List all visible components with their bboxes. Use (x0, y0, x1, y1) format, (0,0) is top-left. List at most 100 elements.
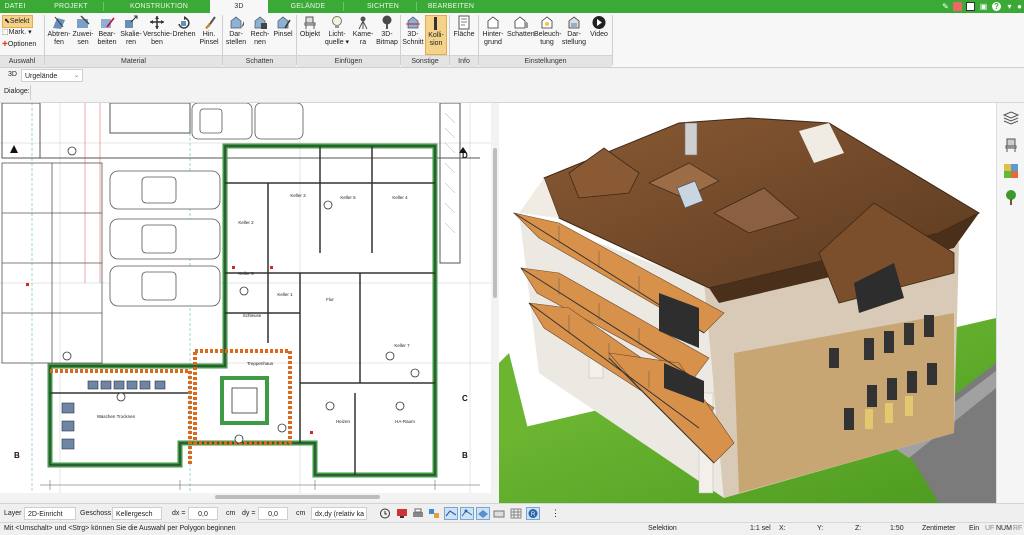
dx-unit: cm (226, 510, 236, 517)
dy-input[interactable]: 0,0 (258, 507, 288, 520)
wall-split-icon (53, 16, 65, 29)
video-button[interactable]: Video (588, 15, 610, 55)
terrain-layer-select[interactable]: Urgelände ⌄ (21, 69, 83, 82)
room-label: Keller 7 (394, 343, 410, 348)
flaeche-button[interactable]: Fläche (452, 15, 476, 55)
snap-line-button[interactable] (444, 507, 458, 520)
floor-select[interactable]: Kellergesch (112, 507, 162, 520)
bearbeiten-button[interactable]: Bear-beiten (95, 15, 119, 55)
section-mark: C (462, 394, 468, 403)
floor-label: Geschoss : (80, 510, 116, 517)
room-label: Schleuse (243, 313, 262, 318)
texture-catalog-icon[interactable] (1003, 163, 1019, 179)
group-material: Material (45, 55, 222, 67)
layer-label: Layer : (4, 510, 26, 517)
tree-bitmap-icon (382, 15, 392, 29)
abtrennen-button[interactable]: Abtren-fen (47, 15, 71, 55)
plant-catalog-icon[interactable] (1003, 189, 1019, 205)
user-icon[interactable]: ● (1015, 2, 1024, 11)
reference-icon: R (528, 509, 538, 518)
control-bar: Layer : 2D-Einricht Geschoss : Kellerges… (0, 503, 1024, 523)
building-3d-view[interactable] (499, 103, 996, 503)
dx-input[interactable]: 0,0 (188, 507, 218, 520)
vertical-bar-icon: ⋮ (551, 508, 560, 518)
status-uf: UF (985, 525, 995, 532)
tab-bearbeiten[interactable]: BEARBEITEN (421, 0, 481, 13)
tab-konstruktion[interactable]: KONSTRUKTION (118, 0, 200, 13)
mark-button[interactable]: ⬚Mark. ▾ (2, 27, 32, 38)
print-icon (413, 508, 423, 517)
plan-vertical-scrollbar[interactable] (491, 103, 499, 493)
svg-text:R: R (531, 512, 536, 518)
kollision-button[interactable]: Kolli-sion (425, 15, 447, 55)
layers-icon[interactable] (1003, 111, 1019, 125)
dy-label: dy = (242, 510, 256, 517)
status-selection-scale: 1:1 sel (750, 525, 771, 532)
options-button[interactable]: ✚Optionen (2, 39, 36, 50)
help-icon[interactable]: ? (992, 2, 1001, 11)
tab-projekt[interactable]: PROJEKT (40, 0, 102, 13)
hin-pinsel-button[interactable]: Hin. Pinsel (197, 15, 221, 55)
schatten-einstellungen-button[interactable]: Schatten (507, 15, 535, 55)
status-plan-scale: 1:50 (890, 525, 904, 532)
tab-gelaende[interactable]: GELÄNDE (278, 0, 338, 13)
kamera-button[interactable]: Kame-ra (352, 15, 374, 55)
clock-button[interactable] (378, 507, 392, 520)
color-palette-button[interactable] (427, 507, 441, 520)
group-sonstige: Sonstige (401, 55, 449, 67)
background-icon (487, 16, 499, 29)
tab-datei[interactable]: DATEI (0, 0, 30, 13)
grid-button[interactable] (509, 507, 523, 520)
chair-catalog-icon[interactable] (1003, 137, 1019, 153)
drehen-button[interactable]: Drehen (172, 15, 196, 55)
schatten-rechnen-button[interactable]: Rech-nen (249, 15, 271, 55)
plane-3d-button[interactable] (476, 507, 490, 520)
mark-icon: ⬚ (2, 29, 9, 36)
layer-select[interactable]: 2D-Einricht (24, 507, 76, 520)
window-icon[interactable] (966, 2, 975, 11)
more-options-button[interactable]: ⋮ (546, 507, 560, 520)
reference-button[interactable]: R (526, 507, 540, 520)
schatten-pinsel-button[interactable]: Pinsel (272, 15, 294, 55)
beleuchtung-button[interactable]: Beleuch-tung (534, 15, 562, 55)
monitor-button[interactable] (395, 507, 409, 520)
minimize-icon[interactable]: ▾ (1005, 2, 1014, 11)
bitmap-3d-button[interactable]: 3D- Bitmap (375, 15, 399, 55)
floor-plan-2d-view[interactable]: Keller 5 Keller 4 Keller 2 Keller 3 Kell… (0, 103, 491, 493)
print-button[interactable] (411, 507, 425, 520)
skalieren-button[interactable]: Skalie-ren (120, 15, 142, 55)
status-bar: Mit <Umschalt> und <Strg> können Sie die… (0, 522, 1024, 535)
darstellung-button[interactable]: Dar-stellung (561, 15, 587, 55)
room-label: Keller 3 (290, 193, 306, 198)
tab-sichten[interactable]: SICHTEN (355, 0, 411, 13)
tab-3d[interactable]: 3D (210, 0, 268, 13)
dy-unit: cm (296, 510, 306, 517)
wall-view-button[interactable] (492, 507, 506, 520)
shadow-show-icon (230, 16, 244, 29)
coord-mode-select[interactable]: dx,dy (relativ ka (311, 507, 367, 520)
group-schatten: Schatten (223, 55, 296, 67)
snap-point-button[interactable] (460, 507, 474, 520)
schnitt-3d-button[interactable]: 3D- Schnitt (402, 15, 424, 55)
zuweisen-button[interactable]: Zuwei-sen (72, 15, 94, 55)
hintergrund-button[interactable]: Hinter-grund (480, 15, 506, 55)
status-unit: Zentimeter (922, 525, 956, 532)
schatten-darstellen-button[interactable]: Dar-stellen (224, 15, 248, 55)
plan-horizontal-scrollbar[interactable] (0, 493, 499, 501)
objekt-button[interactable]: Objekt (298, 15, 322, 55)
room-label: Keller 5 (340, 195, 356, 200)
pen-icon[interactable]: ✎ (941, 2, 950, 11)
status-y-label: Y: (817, 525, 824, 532)
lichtquelle-button[interactable]: Licht-quelle ▾ (323, 15, 351, 55)
grid-icon (510, 508, 522, 519)
layout-icon[interactable] (953, 2, 962, 11)
monitor-icon (397, 509, 407, 518)
palette-icon (429, 509, 439, 518)
building-3d-render (499, 103, 996, 503)
save-icon[interactable]: ▣ (979, 2, 988, 11)
display-icon (568, 16, 580, 29)
status-mode: Selektion (648, 525, 677, 532)
group-info: Info (450, 55, 478, 67)
view-selector-row: 3D Urgelände ⌄ (0, 68, 1024, 84)
verschieben-button[interactable]: Verschie-ben (143, 15, 172, 55)
